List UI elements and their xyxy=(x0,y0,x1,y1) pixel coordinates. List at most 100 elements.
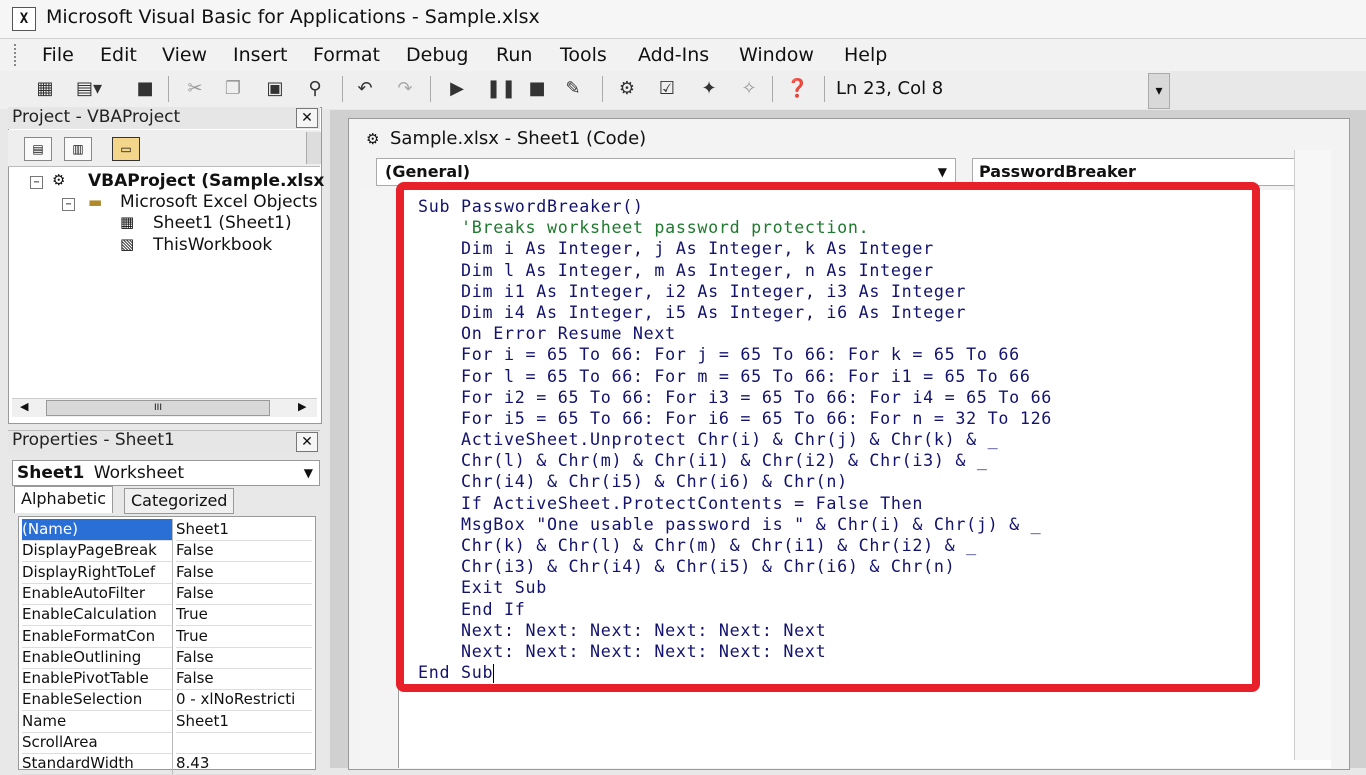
object-browser-icon[interactable]: ✦ xyxy=(698,76,720,102)
project-explorer-icon[interactable]: ⚙ xyxy=(616,76,638,102)
tab-categorized[interactable]: Categorized xyxy=(124,488,235,514)
copy-icon[interactable]: ❐ xyxy=(222,76,244,102)
property-row[interactable]: Name Sheet1 xyxy=(20,710,312,733)
menu-file[interactable]: File xyxy=(42,44,74,66)
property-row[interactable]: DisplayPageBreak False xyxy=(20,540,312,563)
menu-insert[interactable]: Insert xyxy=(233,44,288,66)
property-row[interactable]: EnablePivotTable False xyxy=(20,668,312,691)
menu-debug[interactable]: Debug xyxy=(406,44,468,66)
property-value[interactable]: False xyxy=(176,540,312,563)
code-line[interactable]: For i2 = 65 To 66: For i3 = 65 To 66: Fo… xyxy=(418,387,1052,408)
menu-run[interactable]: Run xyxy=(496,44,532,66)
property-value[interactable]: False xyxy=(176,583,312,605)
excel-view-icon[interactable]: ▦ xyxy=(34,76,56,102)
scroll-thumb[interactable]: III xyxy=(46,400,270,416)
menu-edit[interactable]: Edit xyxy=(100,44,137,66)
property-row[interactable]: ScrollArea xyxy=(20,732,312,754)
vertical-scrollbar[interactable] xyxy=(1294,150,1331,760)
chevron-down-icon[interactable]: ▼ xyxy=(304,461,313,485)
reset-icon[interactable]: ■ xyxy=(526,76,548,102)
code-line[interactable]: Dim i4 As Integer, i5 As Integer, i6 As … xyxy=(418,302,1052,323)
code-line[interactable]: For i = 65 To 66: For j = 65 To 66: For … xyxy=(418,344,1052,365)
property-value[interactable]: 8.43 xyxy=(176,753,312,775)
tab-alphabetic[interactable]: Alphabetic xyxy=(14,486,114,513)
collapse-icon[interactable]: − xyxy=(62,198,75,211)
property-value[interactable]: False xyxy=(176,668,312,691)
menu-grip-icon[interactable] xyxy=(14,44,21,66)
property-value[interactable]: False xyxy=(176,647,312,669)
menu-window[interactable]: Window xyxy=(739,44,814,66)
close-icon[interactable]: ✕ xyxy=(296,432,318,452)
tree-item-sheet1[interactable]: Sheet1 (Sheet1) xyxy=(153,213,292,233)
project-toolbar-overflow-icon[interactable] xyxy=(306,132,321,164)
property-row[interactable]: EnableOutlining False xyxy=(20,646,312,669)
code-line[interactable]: Dim l As Integer, m As Integer, n As Int… xyxy=(418,260,1052,281)
code-line[interactable]: Chr(i3) & Chr(i4) & Chr(i5) & Chr(i6) & … xyxy=(418,556,1052,577)
property-row[interactable]: EnableFormatCon True xyxy=(20,625,312,648)
property-value[interactable]: 0 - xlNoRestricti xyxy=(176,689,312,712)
tree-root[interactable]: VBAProject (Sample.xlsx xyxy=(88,171,324,191)
redo-icon[interactable]: ↷ xyxy=(394,76,416,102)
code-line[interactable]: For i5 = 65 To 66: For i6 = 65 To 66: Fo… xyxy=(418,408,1052,429)
toggle-folders-icon[interactable]: ▭ xyxy=(112,137,140,161)
code-line[interactable]: Exit Sub xyxy=(418,577,1052,598)
break-icon[interactable]: ❚❚ xyxy=(486,76,516,102)
property-value[interactable]: True xyxy=(176,604,312,627)
property-value[interactable]: True xyxy=(176,626,312,648)
help-icon[interactable]: ❓ xyxy=(786,76,808,102)
toolbox-icon[interactable]: ✧ xyxy=(738,76,760,102)
save-icon[interactable]: ■ xyxy=(134,76,156,102)
close-icon[interactable]: ✕ xyxy=(296,108,318,128)
code-line[interactable]: Next: Next: Next: Next: Next: Next xyxy=(418,641,1052,662)
code-margin-indicator[interactable] xyxy=(360,190,399,768)
code-line[interactable]: Sub PasswordBreaker() xyxy=(418,196,1052,217)
code-line[interactable]: End Sub xyxy=(418,662,1052,684)
tree-folder-excel-objects[interactable]: Microsoft Excel Objects xyxy=(120,192,317,212)
code-line[interactable]: Next: Next: Next: Next: Next: Next xyxy=(418,620,1052,641)
property-row[interactable]: EnableCalculation True xyxy=(20,604,312,627)
code-comment-line[interactable]: 'Breaks worksheet password protection. xyxy=(418,217,1052,238)
code-line[interactable]: For l = 65 To 66: For m = 65 To 66: For … xyxy=(418,366,1052,387)
property-row[interactable]: DisplayRightToLef False xyxy=(20,561,312,584)
menu-format[interactable]: Format xyxy=(313,44,380,66)
code-line[interactable]: End If xyxy=(418,599,1052,620)
menu-tools[interactable]: Tools xyxy=(560,44,607,66)
code-text[interactable]: Sub PasswordBreaker() 'Breaks worksheet … xyxy=(418,196,1052,684)
undo-icon[interactable]: ↶ xyxy=(354,76,376,102)
run-icon[interactable]: ▶ xyxy=(446,76,468,102)
property-value[interactable]: Sheet1 xyxy=(176,519,312,541)
find-icon[interactable]: ⚲ xyxy=(304,76,326,102)
properties-icon[interactable]: ☑ xyxy=(656,76,678,102)
property-row[interactable]: StandardWidth 8.43 xyxy=(20,753,312,775)
code-line[interactable]: Dim i As Integer, j As Integer, k As Int… xyxy=(418,238,1052,259)
scroll-right-icon[interactable]: ▶ xyxy=(298,400,306,413)
property-value[interactable]: Sheet1 xyxy=(176,711,312,733)
view-code-icon[interactable]: ▤ xyxy=(24,137,52,161)
object-selector[interactable]: Sheet1 Worksheet ▼ xyxy=(12,460,320,486)
code-line[interactable]: MsgBox "One usable password is " & Chr(i… xyxy=(418,514,1052,535)
code-line[interactable]: On Error Resume Next xyxy=(418,323,1052,344)
code-line[interactable]: Dim i1 As Integer, i2 As Integer, i3 As … xyxy=(418,281,1052,302)
code-line[interactable]: If ActiveSheet.ProtectContents = False T… xyxy=(418,493,1052,514)
code-line[interactable]: Chr(i4) & Chr(i5) & Chr(i6) & Chr(n) xyxy=(418,471,1052,492)
paste-icon[interactable]: ▣ xyxy=(264,76,286,102)
menu-view[interactable]: View xyxy=(162,44,207,66)
tree-item-thisworkbook[interactable]: ThisWorkbook xyxy=(153,235,272,255)
menu-help[interactable]: Help xyxy=(844,44,887,66)
code-line[interactable]: Chr(k) & Chr(l) & Chr(m) & Chr(i1) & Chr… xyxy=(418,535,1052,556)
design-mode-icon[interactable]: ✎ xyxy=(562,76,584,102)
menu-add-ins[interactable]: Add-Ins xyxy=(638,44,709,66)
property-value[interactable] xyxy=(176,732,312,754)
toolbar-options-icon[interactable]: ▾ xyxy=(1148,73,1170,109)
property-row[interactable]: EnableSelection 0 - xlNoRestricti xyxy=(20,689,312,712)
scroll-left-icon[interactable]: ◀ xyxy=(20,400,28,413)
insert-module-icon[interactable]: ▤▾ xyxy=(76,76,102,102)
property-value[interactable]: False xyxy=(176,562,312,584)
code-line[interactable]: ActiveSheet.Unprotect Chr(i) & Chr(j) & … xyxy=(418,429,1052,450)
cut-icon[interactable]: ✂ xyxy=(184,76,206,102)
collapse-icon[interactable]: − xyxy=(30,176,43,189)
property-row[interactable]: EnableAutoFilter False xyxy=(20,582,312,605)
view-object-icon[interactable]: ▥ xyxy=(64,137,92,161)
code-line[interactable]: Chr(l) & Chr(m) & Chr(i1) & Chr(i2) & Ch… xyxy=(418,450,1052,471)
property-row[interactable]: (Name) Sheet1 xyxy=(20,519,312,541)
